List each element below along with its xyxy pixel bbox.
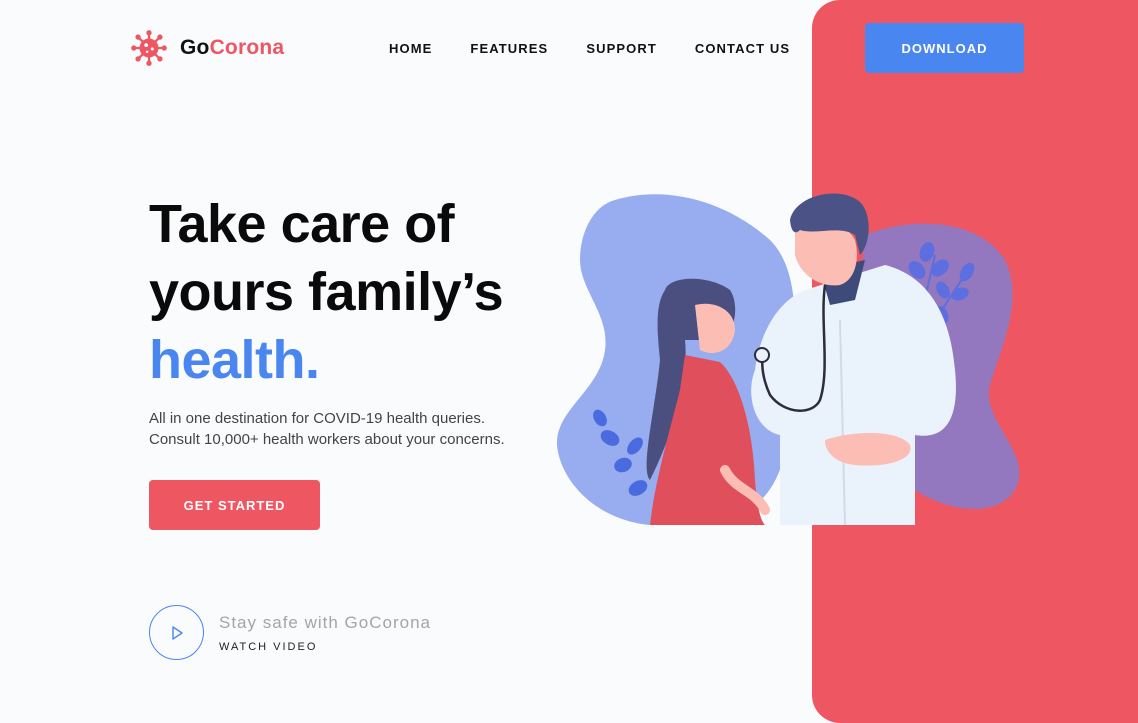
watch-video-link[interactable]: WATCH VIDEO [219,641,431,653]
stethoscope-head [754,347,770,363]
hero-subtitle-line2: Consult 10,000+ health workers about you… [149,431,505,448]
hero-subtitle: All in one destination for COVID-19 heal… [149,408,505,450]
virus-icon [131,30,167,66]
logo[interactable]: GoCorona [130,28,284,68]
nav-contact-us[interactable]: CONTACT US [695,41,790,56]
get-started-button[interactable]: GET STARTED [149,480,320,530]
brand-name: GoCorona [180,36,285,59]
watch-video-section: Stay safe with GoCorona WATCH VIDEO [149,605,431,660]
download-button[interactable]: DOWNLOAD [865,23,1024,73]
nav-home[interactable]: HOME [389,41,432,56]
play-icon [171,625,183,640]
hero-subtitle-line1: All in one destination for COVID-19 heal… [149,410,486,427]
doctor-and-child-illustration [556,193,1020,526]
video-text: Stay safe with GoCorona WATCH VIDEO [219,613,431,653]
hero-title-line1: Take care of [149,194,455,254]
hero-title: Take care of yours family’s health. [149,190,504,394]
hero-title-line2: yours family’s [149,262,504,322]
video-title: Stay safe with GoCorona [219,612,431,632]
play-button[interactable] [149,605,204,660]
nav-support[interactable]: SUPPORT [586,41,657,56]
main-nav: HOME FEATURES SUPPORT CONTACT US [389,41,828,56]
nav-features[interactable]: FEATURES [470,41,548,56]
hero-title-accent: health. [149,330,320,390]
